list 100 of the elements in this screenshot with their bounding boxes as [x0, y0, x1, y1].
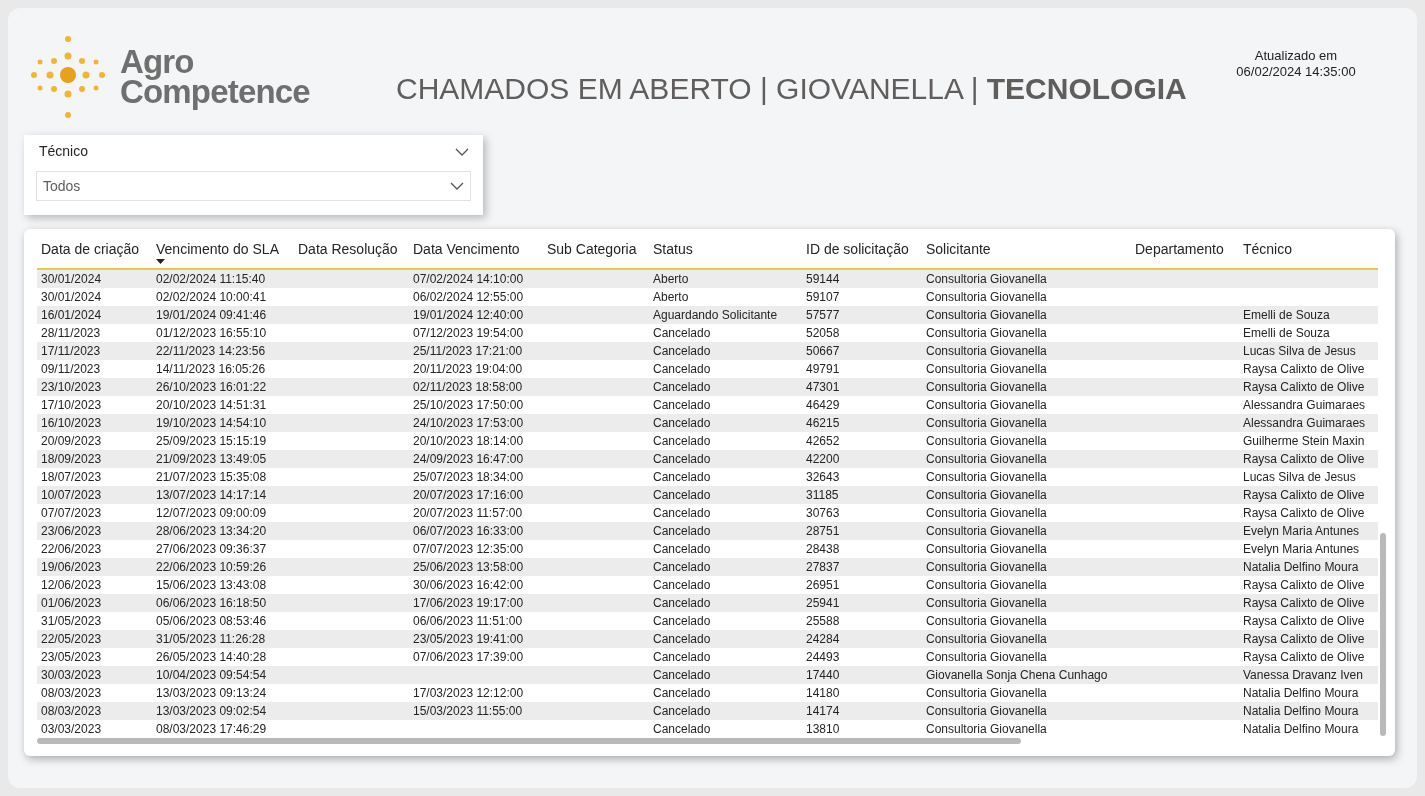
table-cell: Raysa Calixto de Olive — [1243, 578, 1365, 592]
chevron-down-icon[interactable] — [455, 147, 469, 156]
table-cell: 23/10/2023 — [41, 380, 102, 394]
table-cell: 22/06/2023 10:59:26 — [156, 560, 267, 574]
table-cell: 23/05/2023 — [41, 650, 102, 664]
table-cell: Raysa Calixto de Olive — [1243, 488, 1365, 502]
table-cell: Cancelado — [653, 416, 711, 430]
table-cell: 13/03/2023 09:13:24 — [156, 686, 267, 700]
table-cell: Raysa Calixto de Olive — [1243, 362, 1365, 376]
table-cell: Aberto — [653, 272, 689, 286]
table-cell: 25/10/2023 17:50:00 — [413, 398, 524, 412]
table-cell: 07/02/2024 14:10:00 — [413, 272, 524, 286]
table-cell: Cancelado — [653, 506, 711, 520]
table-cell: Natalia Delfino Moura — [1243, 686, 1359, 700]
column-header[interactable]: ID de solicitação — [806, 241, 909, 257]
table-cell: Vanessa Dravanz Iven — [1243, 668, 1363, 682]
table-cell: 02/02/2024 11:15:40 — [156, 272, 266, 286]
table-cell: Cancelado — [653, 722, 711, 736]
table-cell: 17/06/2023 19:17:00 — [413, 596, 524, 610]
vertical-scrollbar[interactable] — [1380, 533, 1386, 736]
table-cell: 30/01/2024 — [41, 272, 102, 286]
table-cell: Cancelado — [653, 614, 711, 628]
table-cell: 26/05/2023 14:40:28 — [156, 650, 267, 664]
table-cell: Raysa Calixto de Olive — [1243, 380, 1365, 394]
report-title: CHAMADOS EM ABERTO | GIOVANELLA | TECNOLOGIA — [396, 72, 1187, 105]
column-header[interactable]: Departamento — [1135, 241, 1224, 257]
table-cell: 14180 — [806, 686, 840, 700]
table-cell: Consultoria Giovanella — [926, 470, 1047, 484]
table-cell: 20/09/2023 — [41, 434, 102, 448]
table-cell: Guilherme Stein Maxin — [1243, 434, 1365, 448]
table-cell: Consultoria Giovanella — [926, 380, 1047, 394]
logo-icon — [30, 34, 106, 120]
table-cell: Consultoria Giovanella — [926, 686, 1047, 700]
table-cell: Cancelado — [653, 560, 711, 574]
table-cell: Consultoria Giovanella — [926, 452, 1047, 466]
table-cell: Consultoria Giovanella — [926, 596, 1047, 610]
table-cell: Consultoria Giovanella — [926, 506, 1047, 520]
table-cell: Emelli de Souza — [1243, 326, 1330, 340]
chevron-down-icon[interactable] — [450, 182, 464, 190]
table-cell: Alessandra Guimaraes — [1243, 398, 1366, 412]
table-cell: Cancelado — [653, 668, 711, 682]
table-cell: 17/11/2023 — [41, 344, 101, 358]
table-cell: Aberto — [653, 290, 689, 304]
column-header[interactable]: Técnico — [1243, 241, 1293, 257]
table-cell: 14/11/2023 16:05:26 — [156, 362, 266, 376]
table-cell: 19/01/2024 09:41:46 — [156, 308, 267, 322]
column-header[interactable]: Data Resolução — [298, 241, 398, 257]
column-header[interactable]: Data Vencimento — [413, 241, 520, 257]
table-cell: 42200 — [806, 452, 840, 466]
table-cell: Cancelado — [653, 488, 711, 502]
table-cell: 30/01/2024 — [41, 290, 102, 304]
table-cell: 28438 — [806, 542, 840, 556]
table-cell: 08/03/2023 — [41, 704, 102, 718]
column-header[interactable]: Solicitante — [926, 241, 991, 257]
table-cell: Consultoria Giovanella — [926, 560, 1047, 574]
table-cell: 22/06/2023 — [41, 542, 102, 556]
column-header[interactable]: Vencimento do SLA — [156, 241, 279, 257]
table-cell: Giovanella Sonja Chena Cunhago — [926, 668, 1108, 682]
table-cell: 16/01/2024 — [41, 308, 102, 322]
sort-descending-icon — [156, 259, 165, 264]
table-cell: Cancelado — [653, 686, 711, 700]
table-cell: 06/02/2024 12:55:00 — [413, 290, 524, 304]
table-cell: Raysa Calixto de Olive — [1243, 452, 1365, 466]
table-cell: Raysa Calixto de Olive — [1243, 650, 1365, 664]
table-cell: Aguardando Solicitante — [653, 308, 778, 322]
table-cell: Cancelado — [653, 470, 711, 484]
slicer-dropdown[interactable]: Todos — [36, 171, 471, 201]
table-cell: 59107 — [806, 290, 840, 304]
table-cell: 46429 — [806, 398, 840, 412]
table-cell: 23/05/2023 19:41:00 — [413, 632, 524, 646]
table-cell: 27837 — [806, 560, 840, 574]
table-cell: 18/09/2023 — [41, 452, 102, 466]
table-cell: Cancelado — [653, 524, 711, 538]
table-cell: Cancelado — [653, 398, 711, 412]
table-cell: 05/06/2023 08:53:46 — [156, 614, 267, 628]
table-cell: 07/12/2023 19:54:00 — [413, 326, 524, 340]
table-cell: Consultoria Giovanella — [926, 650, 1047, 664]
table-cell: 06/06/2023 16:18:50 — [156, 596, 267, 610]
table-cell: Cancelado — [653, 452, 711, 466]
table-cell: Evelyn Maria Antunes — [1243, 542, 1360, 556]
table-cell: 46215 — [806, 416, 840, 430]
updated-timestamp: 06/02/2024 14:35:00 — [1236, 64, 1356, 80]
table-cell: 20/10/2023 14:51:31 — [156, 398, 267, 412]
column-header[interactable]: Sub Categoria — [547, 241, 637, 257]
horizontal-scrollbar[interactable] — [37, 738, 1021, 744]
table-cell: Consultoria Giovanella — [926, 290, 1047, 304]
table-cell: 25/06/2023 13:58:00 — [413, 560, 524, 574]
table-cell: 19/10/2023 14:54:10 — [156, 416, 267, 430]
table-cell: 27/06/2023 09:36:37 — [156, 542, 267, 556]
table-cell: 17/10/2023 — [41, 398, 102, 412]
table-cell: 07/07/2023 — [41, 506, 102, 520]
column-header[interactable]: Status — [653, 241, 693, 257]
table-cell: 20/10/2023 18:14:00 — [413, 434, 524, 448]
table-cell: 08/03/2023 — [41, 686, 102, 700]
table-cell: 19/01/2024 12:40:00 — [413, 308, 524, 322]
column-header[interactable]: Data de criação — [41, 241, 140, 257]
table-cell: 24/09/2023 16:47:00 — [413, 452, 524, 466]
table-cell: Cancelado — [653, 596, 711, 610]
table-cell: 06/07/2023 16:33:00 — [413, 524, 524, 538]
table-cell: 07/07/2023 12:35:00 — [413, 542, 524, 556]
